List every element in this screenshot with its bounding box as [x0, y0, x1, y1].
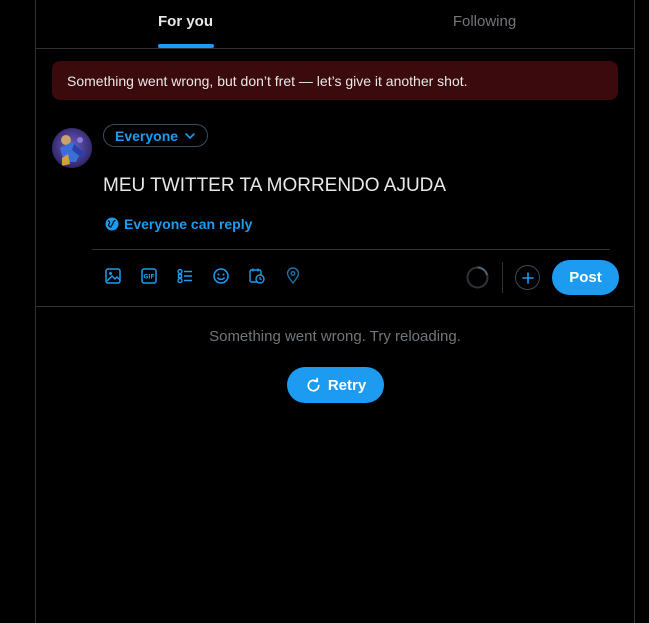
chevron-down-icon: [185, 132, 195, 139]
media-icon: [105, 268, 121, 284]
retry-button-label: Retry: [327, 376, 367, 394]
poll-button[interactable]: [175, 266, 195, 286]
emoji-button[interactable]: [211, 266, 231, 286]
gif-icon: GIF: [141, 268, 157, 284]
svg-text:GIF: GIF: [143, 274, 154, 281]
tab-following[interactable]: Following: [335, 0, 634, 48]
add-post-button[interactable]: [515, 265, 540, 290]
schedule-button[interactable]: [247, 266, 267, 286]
refresh-icon: [307, 377, 320, 392]
post-button[interactable]: Post: [552, 260, 619, 295]
location-button[interactable]: [283, 266, 303, 286]
composer-toolbar: GIF: [103, 266, 303, 286]
avatar[interactable]: [52, 128, 92, 168]
timeline-column: For you Following Something went wrong, …: [35, 0, 635, 623]
post-button-label: Post: [569, 269, 602, 286]
error-banner: Something went wrong, but don’t fret — l…: [52, 61, 618, 100]
tweet-text-input[interactable]: MEU TWITTER TA MORRENDO AJUDA: [103, 175, 446, 197]
toolbar-separator: [502, 262, 503, 293]
media-button[interactable]: [103, 266, 123, 286]
composer-divider: [92, 249, 610, 250]
feed-error-message: Something went wrong. Try reloading.: [209, 328, 461, 345]
reply-setting-label: Everyone can reply: [124, 216, 253, 232]
feed-divider: [36, 306, 634, 307]
plus-icon: [521, 271, 534, 284]
tab-following-label: Following: [452, 12, 517, 30]
schedule-icon: [249, 268, 265, 284]
globe-icon: [105, 217, 119, 231]
audience-label: Everyone: [115, 127, 179, 144]
retry-button[interactable]: Retry: [287, 367, 384, 403]
audience-selector[interactable]: Everyone: [103, 124, 209, 147]
timeline-tabs: For you Following: [36, 0, 634, 49]
tab-for-you[interactable]: For you: [36, 0, 335, 48]
gif-button[interactable]: GIF: [139, 266, 159, 286]
error-banner-text: Something went wrong, but don’t fret — l…: [67, 72, 468, 89]
emoji-icon: [213, 268, 229, 284]
poll-icon: [177, 268, 192, 284]
location-icon: [286, 267, 300, 285]
reply-setting-button[interactable]: Everyone can reply: [105, 216, 252, 232]
active-tab-indicator: [157, 44, 214, 48]
avatar-image: [52, 128, 92, 168]
character-progress-icon: [466, 266, 489, 289]
tab-for-you-label: For you: [158, 12, 213, 30]
